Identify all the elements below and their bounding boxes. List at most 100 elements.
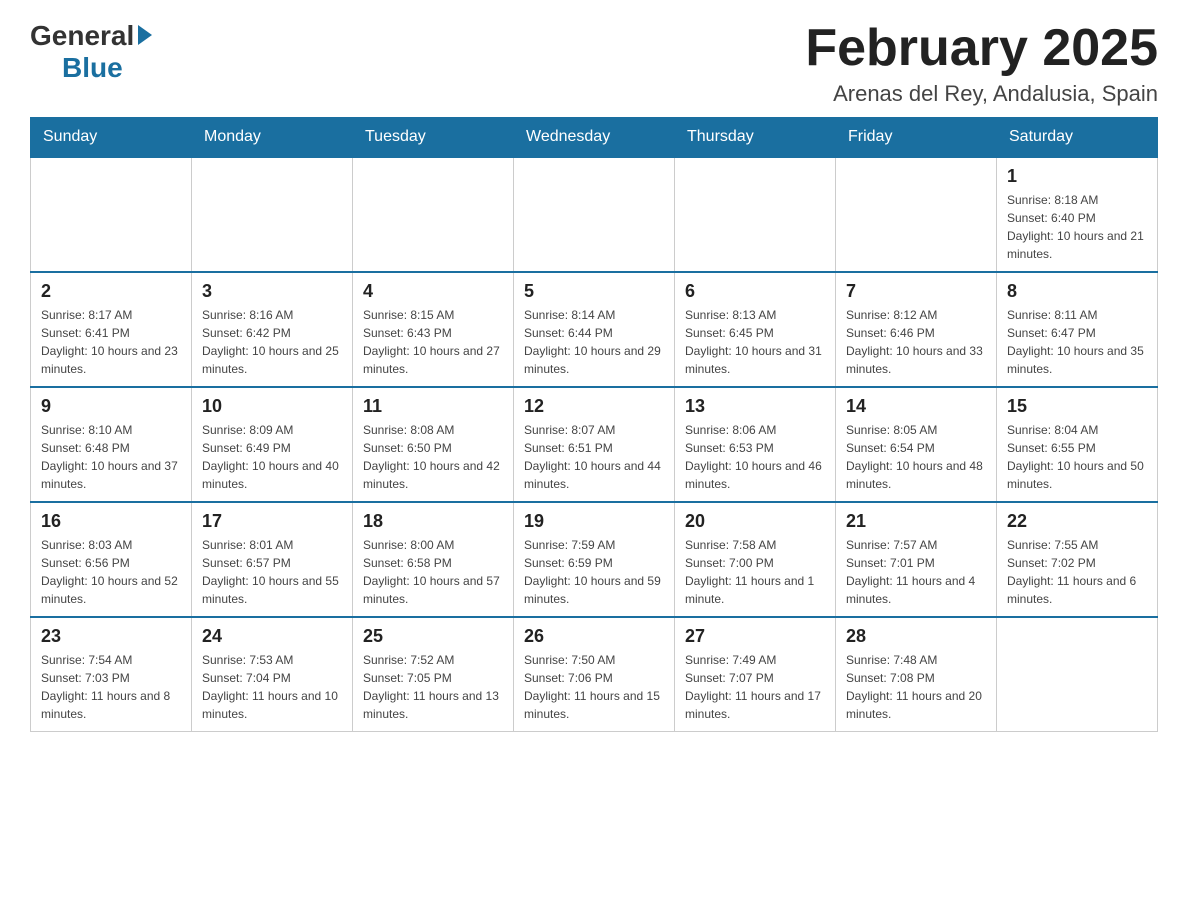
calendar-cell: 7 Sunrise: 8:12 AMSunset: 6:46 PMDaylight…: [836, 272, 997, 387]
weekday-header-thursday: Thursday: [675, 118, 836, 158]
calendar-cell: 8 Sunrise: 8:11 AMSunset: 6:47 PMDaylight…: [997, 272, 1158, 387]
logo-general-text: General: [30, 20, 134, 52]
calendar-cell: 17 Sunrise: 8:01 AMSunset: 6:57 PMDayligh…: [192, 502, 353, 617]
calendar-cell: [192, 157, 353, 272]
calendar-cell: [514, 157, 675, 272]
calendar-cell: 19 Sunrise: 7:59 AMSunset: 6:59 PMDayligh…: [514, 502, 675, 617]
day-number: 27: [685, 626, 825, 647]
day-number: 25: [363, 626, 503, 647]
day-number: 12: [524, 396, 664, 417]
calendar-subtitle: Arenas del Rey, Andalusia, Spain: [805, 81, 1158, 107]
calendar-cell: 6 Sunrise: 8:13 AMSunset: 6:45 PMDaylight…: [675, 272, 836, 387]
page-header: General Blue February 2025 Arenas del Re…: [30, 20, 1158, 107]
calendar-cell: [31, 157, 192, 272]
calendar-cell: 5 Sunrise: 8:14 AMSunset: 6:44 PMDaylight…: [514, 272, 675, 387]
day-info: Sunrise: 8:10 AMSunset: 6:48 PMDaylight:…: [41, 421, 181, 493]
logo: General Blue: [30, 20, 152, 84]
day-number: 4: [363, 281, 503, 302]
logo-arrow-icon: [138, 25, 152, 45]
calendar-cell: [997, 617, 1158, 732]
day-number: 22: [1007, 511, 1147, 532]
calendar-week-row: 9 Sunrise: 8:10 AMSunset: 6:48 PMDaylight…: [31, 387, 1158, 502]
day-info: Sunrise: 7:50 AMSunset: 7:06 PMDaylight:…: [524, 651, 664, 723]
weekday-header-tuesday: Tuesday: [353, 118, 514, 158]
weekday-header-wednesday: Wednesday: [514, 118, 675, 158]
day-number: 26: [524, 626, 664, 647]
logo-blue-text: Blue: [62, 52, 123, 84]
day-number: 7: [846, 281, 986, 302]
day-number: 20: [685, 511, 825, 532]
calendar-week-row: 23 Sunrise: 7:54 AMSunset: 7:03 PMDayligh…: [31, 617, 1158, 732]
day-number: 3: [202, 281, 342, 302]
weekday-header-monday: Monday: [192, 118, 353, 158]
calendar-cell: 3 Sunrise: 8:16 AMSunset: 6:42 PMDaylight…: [192, 272, 353, 387]
weekday-header-saturday: Saturday: [997, 118, 1158, 158]
weekday-header-row: SundayMondayTuesdayWednesdayThursdayFrid…: [31, 118, 1158, 158]
calendar-cell: 25 Sunrise: 7:52 AMSunset: 7:05 PMDayligh…: [353, 617, 514, 732]
calendar-cell: 24 Sunrise: 7:53 AMSunset: 7:04 PMDayligh…: [192, 617, 353, 732]
day-number: 11: [363, 396, 503, 417]
day-number: 24: [202, 626, 342, 647]
calendar-cell: 10 Sunrise: 8:09 AMSunset: 6:49 PMDayligh…: [192, 387, 353, 502]
day-info: Sunrise: 8:18 AMSunset: 6:40 PMDaylight:…: [1007, 191, 1147, 263]
calendar-cell: 20 Sunrise: 7:58 AMSunset: 7:00 PMDayligh…: [675, 502, 836, 617]
day-info: Sunrise: 7:58 AMSunset: 7:00 PMDaylight:…: [685, 536, 825, 608]
day-info: Sunrise: 7:49 AMSunset: 7:07 PMDaylight:…: [685, 651, 825, 723]
day-info: Sunrise: 7:59 AMSunset: 6:59 PMDaylight:…: [524, 536, 664, 608]
calendar-title: February 2025: [805, 20, 1158, 77]
day-info: Sunrise: 8:01 AMSunset: 6:57 PMDaylight:…: [202, 536, 342, 608]
day-info: Sunrise: 7:57 AMSunset: 7:01 PMDaylight:…: [846, 536, 986, 608]
calendar-cell: 14Sunrise: 8:05 AMSunset: 6:54 PMDayligh…: [836, 387, 997, 502]
day-info: Sunrise: 8:16 AMSunset: 6:42 PMDaylight:…: [202, 306, 342, 378]
day-number: 5: [524, 281, 664, 302]
calendar-cell: 12Sunrise: 8:07 AMSunset: 6:51 PMDayligh…: [514, 387, 675, 502]
day-number: 13: [685, 396, 825, 417]
day-info: Sunrise: 8:03 AMSunset: 6:56 PMDaylight:…: [41, 536, 181, 608]
calendar-cell: 26 Sunrise: 7:50 AMSunset: 7:06 PMDayligh…: [514, 617, 675, 732]
day-info: Sunrise: 7:54 AMSunset: 7:03 PMDaylight:…: [41, 651, 181, 723]
calendar-week-row: 16 Sunrise: 8:03 AMSunset: 6:56 PMDayligh…: [31, 502, 1158, 617]
day-info: Sunrise: 7:52 AMSunset: 7:05 PMDaylight:…: [363, 651, 503, 723]
day-number: 15: [1007, 396, 1147, 417]
calendar-cell: 23 Sunrise: 7:54 AMSunset: 7:03 PMDayligh…: [31, 617, 192, 732]
calendar-cell: 21 Sunrise: 7:57 AMSunset: 7:01 PMDayligh…: [836, 502, 997, 617]
day-info: Sunrise: 8:00 AMSunset: 6:58 PMDaylight:…: [363, 536, 503, 608]
day-info: Sunrise: 8:09 AMSunset: 6:49 PMDaylight:…: [202, 421, 342, 493]
calendar-cell: 4Sunrise: 8:15 AMSunset: 6:43 PMDaylight…: [353, 272, 514, 387]
weekday-header-friday: Friday: [836, 118, 997, 158]
day-info: Sunrise: 8:14 AMSunset: 6:44 PMDaylight:…: [524, 306, 664, 378]
day-info: Sunrise: 8:12 AMSunset: 6:46 PMDaylight:…: [846, 306, 986, 378]
calendar-cell: 11 Sunrise: 8:08 AMSunset: 6:50 PMDayligh…: [353, 387, 514, 502]
day-number: 28: [846, 626, 986, 647]
calendar-cell: 13 Sunrise: 8:06 AMSunset: 6:53 PMDayligh…: [675, 387, 836, 502]
calendar-cell: 1 Sunrise: 8:18 AMSunset: 6:40 PMDaylight…: [997, 157, 1158, 272]
day-number: 1: [1007, 166, 1147, 187]
day-info: Sunrise: 8:04 AMSunset: 6:55 PMDaylight:…: [1007, 421, 1147, 493]
day-number: 9: [41, 396, 181, 417]
day-number: 10: [202, 396, 342, 417]
day-number: 6: [685, 281, 825, 302]
day-info: Sunrise: 8:08 AMSunset: 6:50 PMDaylight:…: [363, 421, 503, 493]
calendar-cell: 9 Sunrise: 8:10 AMSunset: 6:48 PMDaylight…: [31, 387, 192, 502]
day-number: 19: [524, 511, 664, 532]
calendar-table: SundayMondayTuesdayWednesdayThursdayFrid…: [30, 117, 1158, 732]
day-number: 21: [846, 511, 986, 532]
day-number: 17: [202, 511, 342, 532]
day-number: 8: [1007, 281, 1147, 302]
day-number: 18: [363, 511, 503, 532]
day-info: Sunrise: 7:55 AMSunset: 7:02 PMDaylight:…: [1007, 536, 1147, 608]
day-number: 16: [41, 511, 181, 532]
day-info: Sunrise: 7:53 AMSunset: 7:04 PMDaylight:…: [202, 651, 342, 723]
day-info: Sunrise: 8:17 AMSunset: 6:41 PMDaylight:…: [41, 306, 181, 378]
weekday-header-sunday: Sunday: [31, 118, 192, 158]
day-info: Sunrise: 8:13 AMSunset: 6:45 PMDaylight:…: [685, 306, 825, 378]
day-info: Sunrise: 8:11 AMSunset: 6:47 PMDaylight:…: [1007, 306, 1147, 378]
day-info: Sunrise: 8:06 AMSunset: 6:53 PMDaylight:…: [685, 421, 825, 493]
day-number: 23: [41, 626, 181, 647]
calendar-cell: [836, 157, 997, 272]
calendar-cell: 16 Sunrise: 8:03 AMSunset: 6:56 PMDayligh…: [31, 502, 192, 617]
calendar-cell: 27 Sunrise: 7:49 AMSunset: 7:07 PMDayligh…: [675, 617, 836, 732]
calendar-week-row: 2Sunrise: 8:17 AMSunset: 6:41 PMDaylight…: [31, 272, 1158, 387]
calendar-cell: 28Sunrise: 7:48 AMSunset: 7:08 PMDayligh…: [836, 617, 997, 732]
day-info: Sunrise: 8:05 AMSunset: 6:54 PMDaylight:…: [846, 421, 986, 493]
